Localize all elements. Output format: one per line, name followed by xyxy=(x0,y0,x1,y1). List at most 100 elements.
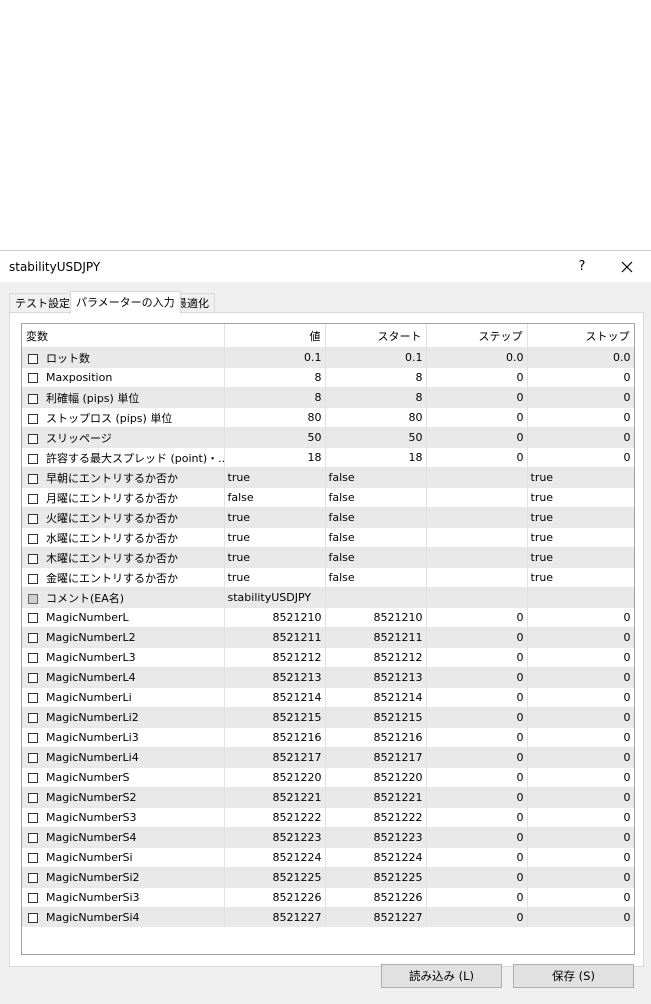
help-button[interactable]: ? xyxy=(568,255,596,279)
param-start-cell[interactable]: false xyxy=(325,567,427,588)
param-name-cell[interactable]: MagicNumberL3 xyxy=(22,647,225,668)
param-step-cell[interactable]: 0 xyxy=(426,607,528,628)
param-start-cell[interactable]: 50 xyxy=(325,427,427,448)
param-name-cell[interactable]: ストップロス (pips) 単位 xyxy=(22,407,225,428)
param-value-cell[interactable]: 18 xyxy=(224,447,326,468)
column-header-variable[interactable]: 変数 xyxy=(22,324,225,348)
param-start-cell[interactable]: 80 xyxy=(325,407,427,428)
param-stop-cell[interactable]: 0 xyxy=(527,627,634,648)
column-header-start[interactable]: スタート xyxy=(325,324,427,348)
optimize-checkbox[interactable] xyxy=(28,733,38,743)
param-start-cell[interactable]: false xyxy=(325,547,427,568)
table-row[interactable]: MagicNumberS2 8521221 8521221 0 0 xyxy=(22,787,634,808)
table-row[interactable]: 水曜にエントリするか否か true false true xyxy=(22,527,634,548)
param-value-cell[interactable]: 8521223 xyxy=(224,827,326,848)
param-value-cell[interactable]: 8521221 xyxy=(224,787,326,808)
param-value-cell[interactable]: 8521222 xyxy=(224,807,326,828)
optimize-checkbox[interactable] xyxy=(28,853,38,863)
param-start-cell[interactable]: false xyxy=(325,507,427,528)
param-value-cell[interactable]: 50 xyxy=(224,427,326,448)
param-step-cell[interactable]: 0 xyxy=(426,447,528,468)
param-start-cell[interactable]: 18 xyxy=(325,447,427,468)
optimize-checkbox[interactable] xyxy=(28,893,38,903)
optimize-checkbox[interactable] xyxy=(28,833,38,843)
param-name-cell[interactable]: MagicNumberS xyxy=(22,767,225,788)
param-start-cell[interactable]: 8521213 xyxy=(325,667,427,688)
param-start-cell[interactable]: false xyxy=(325,487,427,508)
param-name-cell[interactable]: MagicNumberL2 xyxy=(22,627,225,648)
param-stop-cell[interactable]: true xyxy=(527,567,634,588)
param-step-cell[interactable]: 0 xyxy=(426,907,528,927)
optimize-checkbox[interactable] xyxy=(28,353,38,364)
param-stop-cell[interactable]: 0 xyxy=(527,607,634,628)
param-step-cell[interactable]: 0 xyxy=(426,867,528,888)
close-button[interactable] xyxy=(612,255,642,279)
param-start-cell[interactable]: false xyxy=(325,527,427,548)
table-row[interactable]: 金曜にエントリするか否か true false true xyxy=(22,567,634,588)
table-row[interactable]: 月曜にエントリするか否か false false true xyxy=(22,487,634,508)
param-name-cell[interactable]: MagicNumberS4 xyxy=(22,827,225,848)
param-value-cell[interactable]: 8521213 xyxy=(224,667,326,688)
param-name-cell[interactable]: 水曜にエントリするか否か xyxy=(22,527,225,548)
param-stop-cell[interactable]: 0 xyxy=(527,387,634,408)
optimize-checkbox[interactable] xyxy=(28,533,38,544)
param-stop-cell[interactable]: 0 xyxy=(527,667,634,688)
param-value-cell[interactable]: true xyxy=(224,507,326,528)
param-value-cell[interactable]: 8521210 xyxy=(224,607,326,628)
param-stop-cell[interactable]: 0 xyxy=(527,407,634,428)
table-row[interactable]: MagicNumberL4 8521213 8521213 0 0 xyxy=(22,667,634,688)
table-row[interactable]: MagicNumberL3 8521212 8521212 0 0 xyxy=(22,647,634,668)
param-value-cell[interactable]: 8521217 xyxy=(224,747,326,768)
param-stop-cell[interactable]: 0 xyxy=(527,447,634,468)
param-stop-cell[interactable]: 0 xyxy=(527,867,634,888)
param-stop-cell[interactable]: 0 xyxy=(527,707,634,728)
param-step-cell[interactable]: 0 xyxy=(426,667,528,688)
param-start-cell[interactable]: 8521220 xyxy=(325,767,427,788)
param-value-cell[interactable]: 80 xyxy=(224,407,326,428)
param-value-cell[interactable]: 0.1 xyxy=(224,347,326,368)
param-step-cell[interactable] xyxy=(426,487,528,508)
table-row[interactable]: MagicNumberLi2 8521215 8521215 0 0 xyxy=(22,707,634,728)
param-name-cell[interactable]: MagicNumberLi2 xyxy=(22,707,225,728)
param-stop-cell[interactable]: 0 xyxy=(527,367,634,388)
tab-test-settings[interactable]: テスト設定 xyxy=(9,293,76,313)
table-row[interactable]: コメント(EA名) stabilityUSDJPY xyxy=(22,587,634,608)
param-name-cell[interactable]: 利確幅 (pips) 単位 xyxy=(22,387,225,408)
table-row[interactable]: MagicNumberS 8521220 8521220 0 0 xyxy=(22,767,634,788)
param-step-cell[interactable]: 0 xyxy=(426,807,528,828)
param-name-cell[interactable]: MagicNumberLi4 xyxy=(22,747,225,768)
param-name-cell[interactable]: MagicNumberSi4 xyxy=(22,907,225,927)
table-row[interactable]: MagicNumberLi 8521214 8521214 0 0 xyxy=(22,687,634,708)
param-stop-cell[interactable]: 0 xyxy=(527,787,634,808)
param-value-cell[interactable]: true xyxy=(224,547,326,568)
table-row[interactable]: MagicNumberSi3 8521226 8521226 0 0 xyxy=(22,887,634,908)
param-stop-cell[interactable]: 0 xyxy=(527,887,634,908)
optimize-checkbox[interactable] xyxy=(28,753,38,763)
param-stop-cell[interactable]: 0 xyxy=(527,847,634,868)
table-row[interactable]: Maxposition 8 8 0 0 xyxy=(22,367,634,388)
param-start-cell[interactable]: 8521212 xyxy=(325,647,427,668)
table-row[interactable]: MagicNumberS3 8521222 8521222 0 0 xyxy=(22,807,634,828)
table-row[interactable]: MagicNumberS4 8521223 8521223 0 0 xyxy=(22,827,634,848)
param-stop-cell[interactable]: 0 xyxy=(527,647,634,668)
param-step-cell[interactable]: 0 xyxy=(426,847,528,868)
param-stop-cell[interactable]: true xyxy=(527,467,634,488)
column-header-value[interactable]: 値 xyxy=(224,324,326,348)
optimize-checkbox[interactable] xyxy=(28,773,38,783)
param-stop-cell[interactable]: 0 xyxy=(527,767,634,788)
param-start-cell[interactable]: 8521223 xyxy=(325,827,427,848)
param-name-cell[interactable]: 木曜にエントリするか否か xyxy=(22,547,225,568)
param-step-cell[interactable]: 0 xyxy=(426,887,528,908)
param-step-cell[interactable]: 0 xyxy=(426,647,528,668)
param-name-cell[interactable]: 早朝にエントリするか否か xyxy=(22,467,225,488)
param-step-cell[interactable] xyxy=(426,567,528,588)
param-name-cell[interactable]: Maxposition xyxy=(22,367,225,388)
param-value-cell[interactable]: stabilityUSDJPY xyxy=(224,587,326,608)
param-step-cell[interactable]: 0 xyxy=(426,407,528,428)
param-name-cell[interactable]: コメント(EA名) xyxy=(22,587,225,608)
load-button[interactable]: 読み込み (L) xyxy=(381,964,502,988)
param-name-cell[interactable]: 火曜にエントリするか否か xyxy=(22,507,225,528)
optimize-checkbox[interactable] xyxy=(28,693,38,703)
optimize-checkbox[interactable] xyxy=(28,673,38,683)
param-step-cell[interactable]: 0.0 xyxy=(426,347,528,368)
